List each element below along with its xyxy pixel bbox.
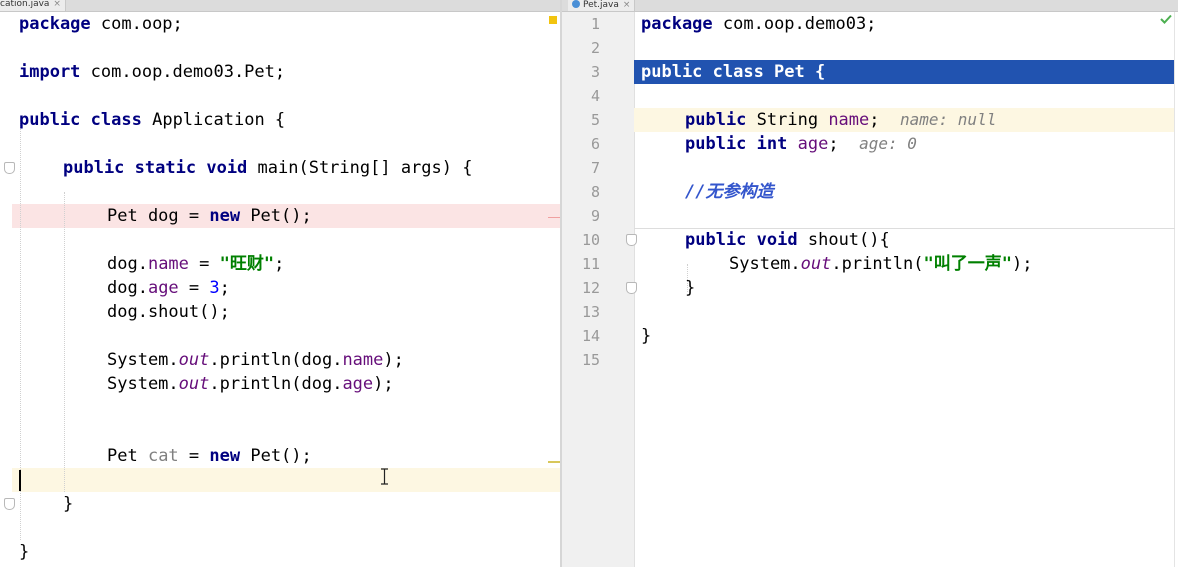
line-number: 8 [590, 183, 600, 201]
right-margin-line [1174, 12, 1175, 567]
code-line: Pet dog = new Pet(); [107, 206, 312, 226]
code-line: } [19, 542, 30, 562]
warning-marker-icon[interactable] [549, 16, 557, 24]
code-line: System.out.println(dog.name); [107, 350, 404, 370]
left-editor[interactable]: package com.oop; import com.oop.demo03.P… [0, 12, 560, 567]
code-line: import com.oop.demo03.Pet; [19, 62, 286, 82]
line-number: 9 [590, 207, 600, 225]
scroll-marker[interactable] [548, 461, 560, 463]
line-number: 3 [590, 63, 600, 81]
close-icon[interactable]: × [623, 0, 631, 10]
right-editor[interactable]: 1 2 3 4 5 6 7 8 9 10 11 12 13 14 15 pack… [562, 12, 1178, 567]
inline-value-hint: age: 0 [859, 134, 917, 153]
fold-marker-icon[interactable] [4, 498, 15, 510]
line-number: 1 [590, 15, 600, 33]
code-line: public String name; name: null [685, 110, 997, 130]
line-number: 7 [590, 159, 600, 177]
current-line-highlight [12, 468, 560, 492]
code-line: dog.age = 3; [107, 278, 230, 298]
line-number: 15 [581, 351, 600, 369]
line-number: 6 [590, 135, 600, 153]
tab-application-java[interactable]: cation.java × [0, 0, 66, 11]
code-line: dog.shout(); [107, 302, 230, 322]
code-line: } [63, 494, 74, 514]
tab-label: cation.java [0, 0, 50, 9]
indent-guide [64, 192, 65, 492]
fold-marker-icon[interactable] [626, 282, 637, 294]
line-number: 14 [581, 327, 600, 345]
right-tab-strip: Pet.java × [562, 0, 1178, 12]
selected-code-line: public class Pet { [641, 62, 826, 82]
code-line: public class Application { [19, 110, 286, 130]
line-number: 12 [581, 279, 600, 297]
code-line: System.out.println(dog.age); [107, 374, 394, 394]
fold-marker-icon[interactable] [4, 162, 15, 174]
code-line: public int age; age: 0 [685, 134, 917, 154]
line-number: 11 [581, 255, 600, 273]
checkmark-icon[interactable] [1160, 14, 1172, 24]
left-tab-strip: cation.java × [0, 0, 560, 12]
inline-value-hint: name: null [900, 110, 997, 129]
line-number: 4 [590, 87, 600, 105]
code-line: package com.oop.demo03; [641, 14, 877, 34]
code-line: } [685, 278, 696, 298]
tab-pet-java[interactable]: Pet.java × [568, 0, 636, 11]
java-class-icon [572, 0, 580, 8]
line-number: 5 [590, 111, 600, 129]
ibeam-cursor-icon [381, 468, 388, 485]
code-line: Pet cat = new Pet(); [107, 446, 312, 466]
code-line: public void shout(){ [685, 230, 890, 250]
code-line: dog.name = "旺财"; [107, 254, 285, 274]
code-line: } [641, 326, 652, 346]
code-line: public static void main(String[] args) { [63, 158, 473, 178]
code-line: System.out.println("叫了一声"); [729, 254, 1033, 274]
close-icon[interactable]: × [53, 0, 61, 9]
code-line: package com.oop; [19, 14, 183, 34]
code-line: //无参构造 [685, 182, 774, 202]
error-stripe-marker[interactable] [548, 217, 560, 218]
line-number: 10 [581, 231, 600, 249]
fold-marker-icon[interactable] [626, 234, 637, 246]
line-number: 13 [581, 303, 600, 321]
text-caret [19, 470, 21, 491]
line-number: 2 [590, 39, 600, 57]
tab-label: Pet.java [583, 0, 619, 10]
